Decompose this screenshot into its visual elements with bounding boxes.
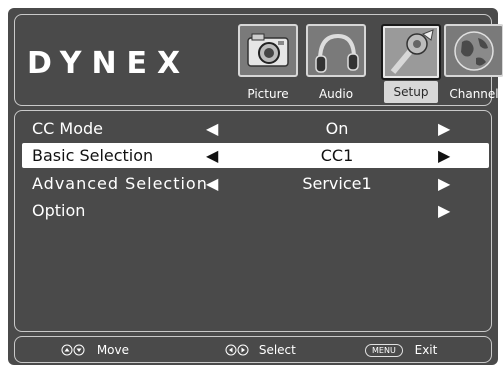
tab-picture[interactable]: Picture <box>237 23 299 103</box>
tab-setup-label: Setup <box>384 81 438 103</box>
menu-row-label: Advanced Selection <box>32 174 208 193</box>
right-arrow-icon[interactable]: ▶ <box>438 119 450 138</box>
header-panel: DYNEX Picture Audio Setup Channel <box>14 14 503 106</box>
menu-row-label: CC Mode <box>32 119 104 138</box>
right-arrow-icon[interactable]: ▶ <box>438 174 450 193</box>
menu-row-label: Basic Selection <box>32 146 154 165</box>
left-arrow-icon[interactable]: ◀ <box>206 146 218 165</box>
move-label: Move <box>96 343 130 357</box>
tab-channel-label: Channel <box>449 87 499 101</box>
svg-text:DYNEX: DYNEX <box>27 47 190 77</box>
tv-osd-menu: DYNEX Picture Audio Setup Channel CC Mod… <box>8 8 503 365</box>
up-down-icon <box>61 344 73 356</box>
menu-key-icon: MENU <box>365 344 403 357</box>
tab-channel[interactable]: Channel <box>443 23 503 103</box>
select-label: Select <box>258 343 296 357</box>
menu-row-value: On <box>325 119 349 138</box>
menu-row-option[interactable]: Option ▶ <box>22 198 489 223</box>
footer-panel: Move Select MENU Exit <box>14 336 492 363</box>
menu-row-label: Option <box>32 201 86 220</box>
camera-icon <box>238 24 298 77</box>
exit-hint: MENU Exit <box>365 343 437 357</box>
right-icon <box>237 344 249 356</box>
tab-audio[interactable]: Audio <box>305 23 367 103</box>
move-hint: Move <box>61 343 129 357</box>
menu-row-cc-mode[interactable]: CC Mode ◀ On ▶ <box>22 116 489 141</box>
right-arrow-icon[interactable]: ▶ <box>438 201 450 220</box>
left-arrow-icon[interactable]: ◀ <box>206 119 218 138</box>
down-icon <box>73 344 85 356</box>
tab-audio-label: Audio <box>318 87 354 101</box>
select-hint: Select <box>225 343 296 357</box>
menu-row-value: Service1 <box>302 174 372 193</box>
menu-row-basic-selection[interactable]: Basic Selection ◀ CC1 ▶ <box>22 143 489 168</box>
menu-row-advanced-selection[interactable]: Advanced Selection ◀ Service1 ▶ <box>22 171 489 196</box>
left-arrow-icon[interactable]: ◀ <box>206 174 218 193</box>
dynex-logo: DYNEX <box>27 47 190 77</box>
globe-icon <box>444 24 503 77</box>
left-icon <box>225 344 237 356</box>
headphones-icon <box>306 24 366 77</box>
exit-label: Exit <box>414 343 438 357</box>
tools-icon <box>381 24 441 80</box>
tab-picture-label: Picture <box>247 87 289 101</box>
right-arrow-icon[interactable]: ▶ <box>438 146 450 165</box>
tab-setup[interactable]: Setup <box>380 23 442 103</box>
menu-row-value: CC1 <box>320 146 354 165</box>
